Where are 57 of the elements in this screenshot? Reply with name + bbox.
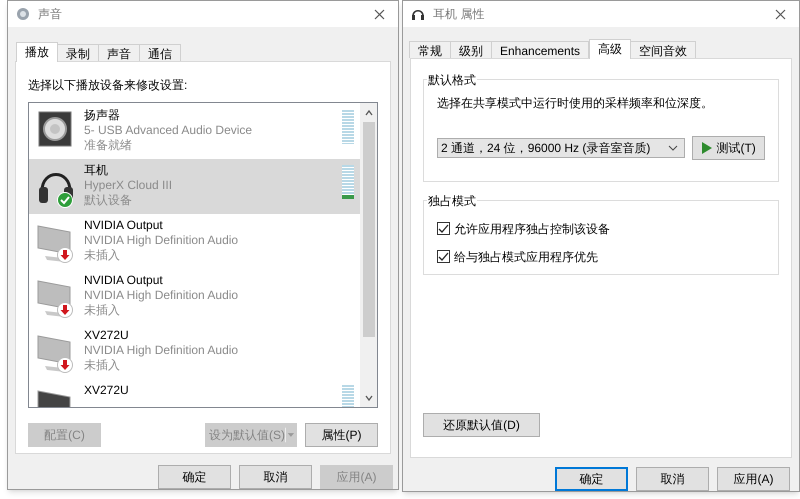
device-description: NVIDIA High Definition Audio: [84, 288, 240, 303]
instruction-text: 选择以下播放设备来修改设置:: [28, 76, 188, 94]
caret-icon: [285, 426, 295, 443]
test-button[interactable]: 测试(T): [692, 136, 765, 160]
checkbox-label: 允许应用程序独占控制该设备: [454, 220, 610, 238]
device-name: NVIDIA Output: [84, 272, 164, 288]
tab[interactable]: 空间音效: [630, 40, 696, 58]
window-title: 耳机 属性: [433, 6, 484, 23]
tab[interactable]: 级别: [450, 40, 492, 58]
device-status: 未插入: [84, 358, 121, 373]
device-description: NVIDIA High Definition Audio: [84, 232, 240, 248]
tab[interactable]: Enhancements: [491, 40, 590, 58]
scroll-down-icon: [364, 394, 374, 402]
tab[interactable]: 通信: [139, 44, 181, 61]
scrollbar[interactable]: [360, 102, 377, 407]
tab[interactable]: 录制: [57, 44, 99, 61]
device-status: 未插入: [84, 302, 121, 318]
checkbox[interactable]: [437, 222, 450, 236]
speaker-icon: [16, 7, 30, 21]
dialog-button[interactable]: 取消: [239, 465, 312, 489]
device-status: 默认设备: [84, 192, 133, 208]
headphones-icon: [411, 7, 425, 21]
play-icon: [701, 140, 714, 155]
tab[interactable]: 高级: [589, 38, 632, 59]
dropdown-value: 2 通道，24 位，96000 Hz (录音室音质): [441, 140, 652, 157]
device-description: NVIDIA High Definition Audio: [84, 342, 240, 358]
device-status: 准备就绪: [84, 138, 133, 153]
dialog-button[interactable]: 确定: [555, 467, 628, 491]
chevron-down-icon: [668, 144, 678, 152]
dialog-button[interactable]: 取消: [636, 467, 709, 491]
scrollbar-thumb[interactable]: [362, 122, 374, 337]
tab[interactable]: 声音: [98, 44, 140, 61]
checkmark-icon: [438, 252, 449, 262]
scroll-up-icon: [364, 108, 374, 117]
device-name: 扬声器: [84, 108, 121, 123]
dialog-button[interactable]: 确定: [158, 465, 231, 489]
format-dropdown[interactable]: 2 通道，24 位，96000 Hz (录音室音质): [437, 138, 686, 158]
device-name: 耳机: [84, 162, 109, 178]
device-name: XV272U: [84, 328, 130, 343]
dialog-button[interactable]: 应用(A): [717, 467, 790, 491]
checkbox-label: 给与独占模式应用程序优先: [454, 248, 598, 266]
checkmark-icon: [438, 224, 449, 234]
description-text: 选择在共享模式中运行时使用的采样频率和位深度。: [437, 94, 714, 112]
close-icon: [774, 8, 787, 20]
restore-defaults-button[interactable]: 还原默认值(D): [423, 413, 540, 437]
device-description: HyperX Cloud III: [84, 178, 174, 193]
device-name: XV272U: [84, 382, 130, 398]
window-title: 声音: [38, 6, 62, 23]
device-description: 5- USB Advanced Audio Device: [84, 122, 254, 138]
close-icon: [373, 8, 386, 20]
checkbox[interactable]: [437, 250, 450, 264]
device-name: NVIDIA Output: [84, 218, 164, 233]
tab[interactable]: 常规: [409, 40, 451, 58]
device-item[interactable]: 耳机 HyperX Cloud III 默认设备: [29, 158, 360, 214]
tab[interactable]: 播放: [16, 42, 58, 62]
dialog-button[interactable]: 属性(P): [305, 422, 378, 447]
device-status: 未插入: [84, 248, 121, 263]
